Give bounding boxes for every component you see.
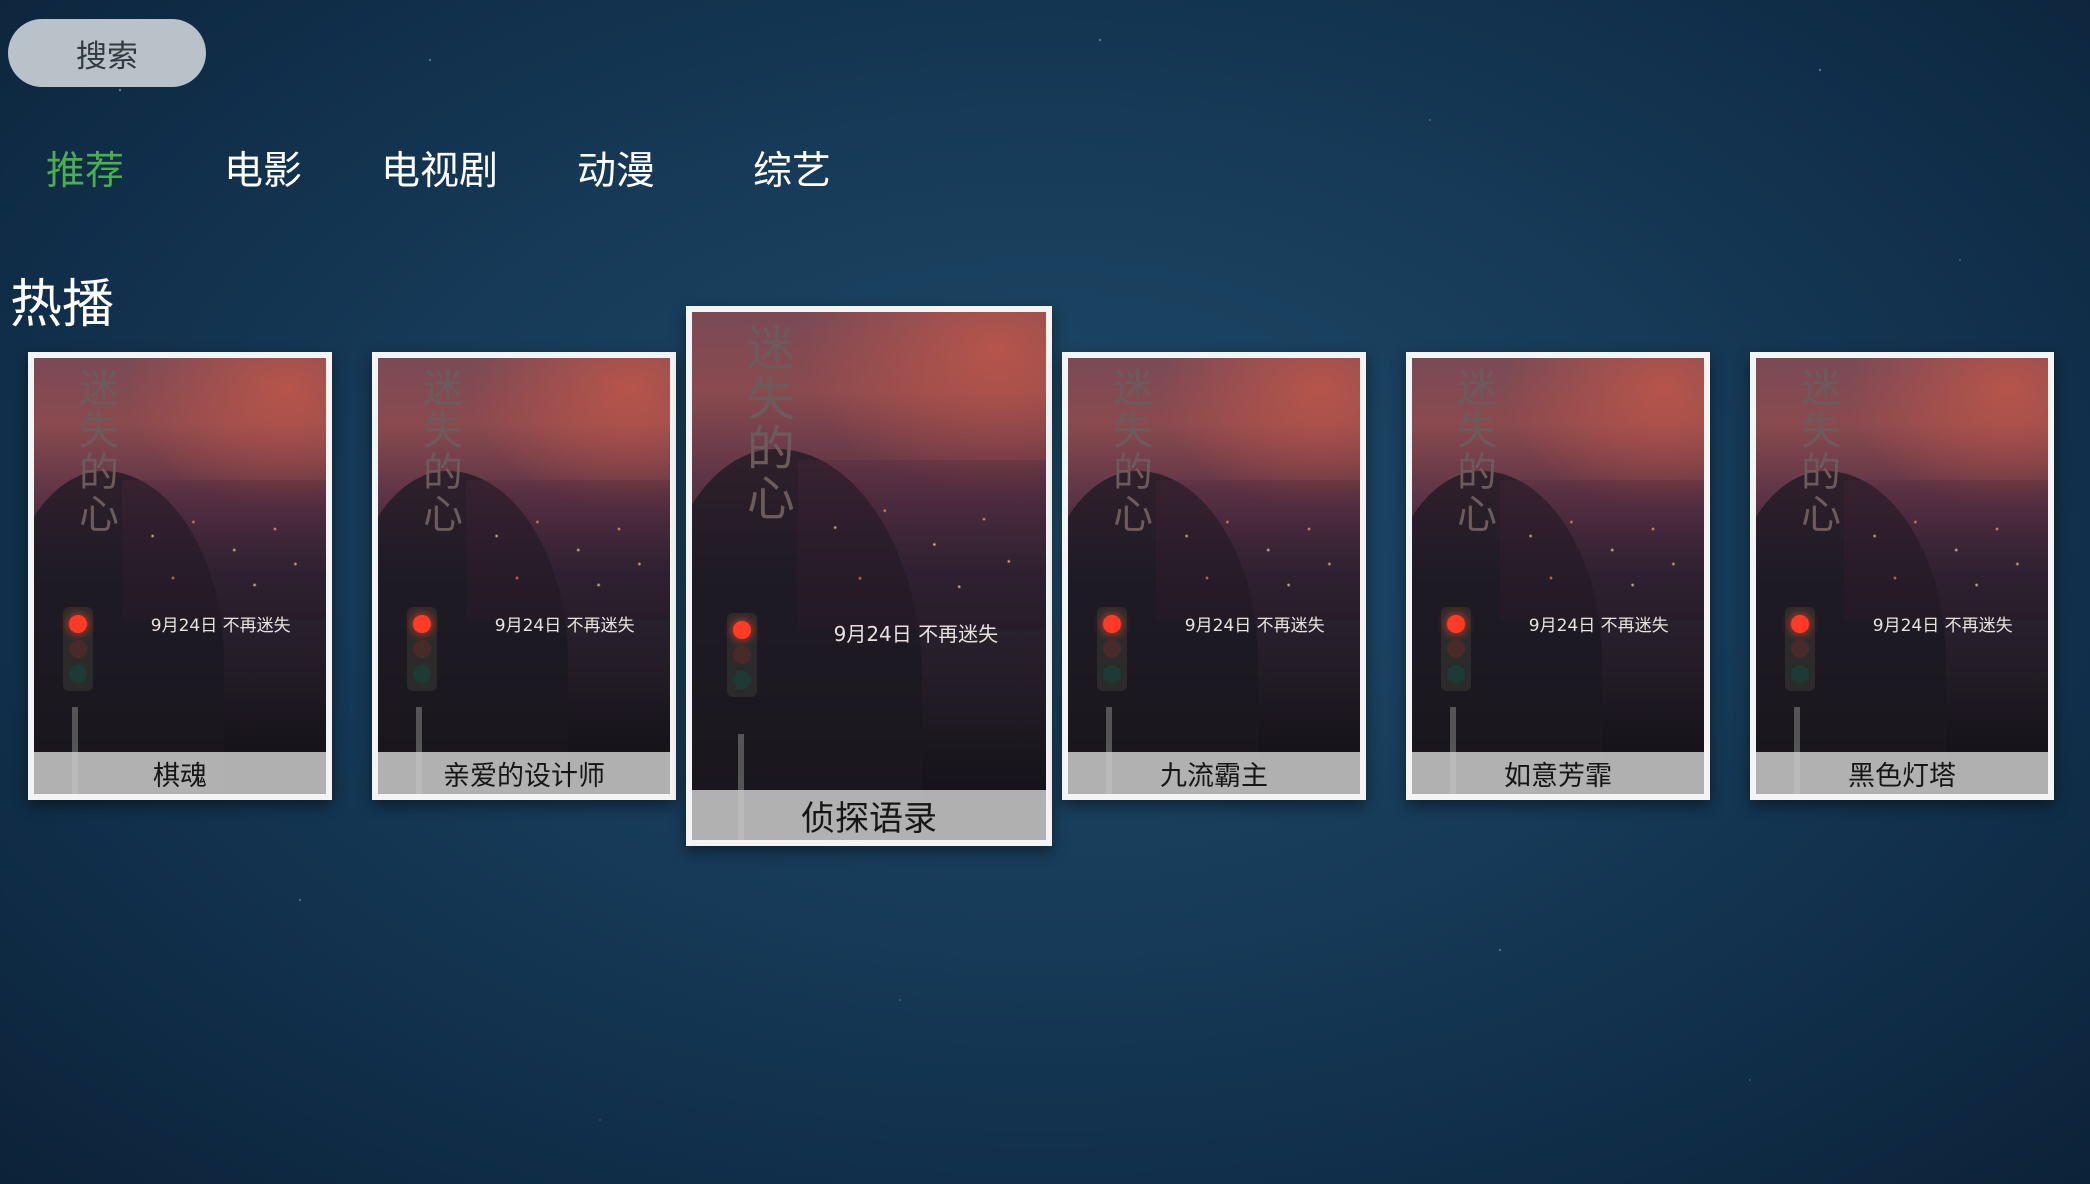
tab-recommend[interactable]: 推荐 [46,140,124,196]
poster-title-art: 迷失的心 [1450,366,1497,535]
video-card-title: 棋魂 [34,752,326,794]
tab-variety[interactable]: 综艺 [753,140,831,196]
video-card-1[interactable]: 迷失的心 9月24日 不再迷失 棋魂 [28,352,332,800]
video-card-title: 亲爱的设计师 [378,752,670,794]
poster-image: 迷失的心 9月24日 不再迷失 [34,358,326,794]
tab-movies[interactable]: 电影 [224,140,302,196]
traffic-light-icon [407,606,438,691]
poster-image: 迷失的心 9月24日 不再迷失 [1756,358,2048,794]
traffic-light-icon [727,612,758,697]
video-card-title: 九流霸主 [1068,752,1360,794]
section-title-trending: 热播 [10,275,115,335]
traffic-light-icon [63,606,94,691]
poster-title-art: 迷失的心 [72,366,119,535]
tab-anime[interactable]: 动漫 [577,140,655,196]
poster-release-text: 9月24日 不再迷失 [150,615,291,636]
poster-image: 迷失的心 9月24日 不再迷失 [692,312,1046,840]
poster-title-art: 迷失的心 [1106,366,1153,535]
poster-release-text: 9月24日 不再迷失 [1872,615,2013,636]
traffic-light-icon [1785,606,1816,691]
category-tabs: 推荐 电影 电视剧 动漫 综艺 [0,140,900,204]
video-card-5[interactable]: 迷失的心 9月24日 不再迷失 如意芳霏 [1406,352,1710,800]
poster-release-text: 9月24日 不再迷失 [1528,615,1669,636]
traffic-light-icon [1097,606,1128,691]
video-card-3-focused[interactable]: 迷失的心 9月24日 不再迷失 侦探语录 [686,306,1052,846]
poster-release-text: 9月24日 不再迷失 [1184,615,1325,636]
video-card-4[interactable]: 迷失的心 9月24日 不再迷失 九流霸主 [1062,352,1366,800]
video-card-6[interactable]: 迷失的心 9月24日 不再迷失 黑色灯塔 [1750,352,2054,800]
video-card-title: 如意芳霏 [1412,752,1704,794]
video-card-2[interactable]: 迷失的心 9月24日 不再迷失 亲爱的设计师 [372,352,676,800]
poster-release-text: 9月24日 不再迷失 [494,615,635,636]
video-card-title: 黑色灯塔 [1756,752,2048,794]
search-button-label: 搜索 [76,38,138,75]
poster-image: 迷失的心 9月24日 不再迷失 [1412,358,1704,794]
search-button[interactable]: 搜索 [8,19,206,87]
tab-tv-series[interactable]: 电视剧 [381,140,498,196]
traffic-light-icon [1441,606,1472,691]
poster-title-art: 迷失的心 [416,366,463,535]
video-card-title: 侦探语录 [692,790,1046,840]
poster-image: 迷失的心 9月24日 不再迷失 [378,358,670,794]
poster-image: 迷失的心 9月24日 不再迷失 [1068,358,1360,794]
poster-release-text: 9月24日 不再迷失 [833,622,999,647]
poster-title-art: 迷失的心 [1794,366,1841,535]
poster-title-art: 迷失的心 [737,322,794,523]
